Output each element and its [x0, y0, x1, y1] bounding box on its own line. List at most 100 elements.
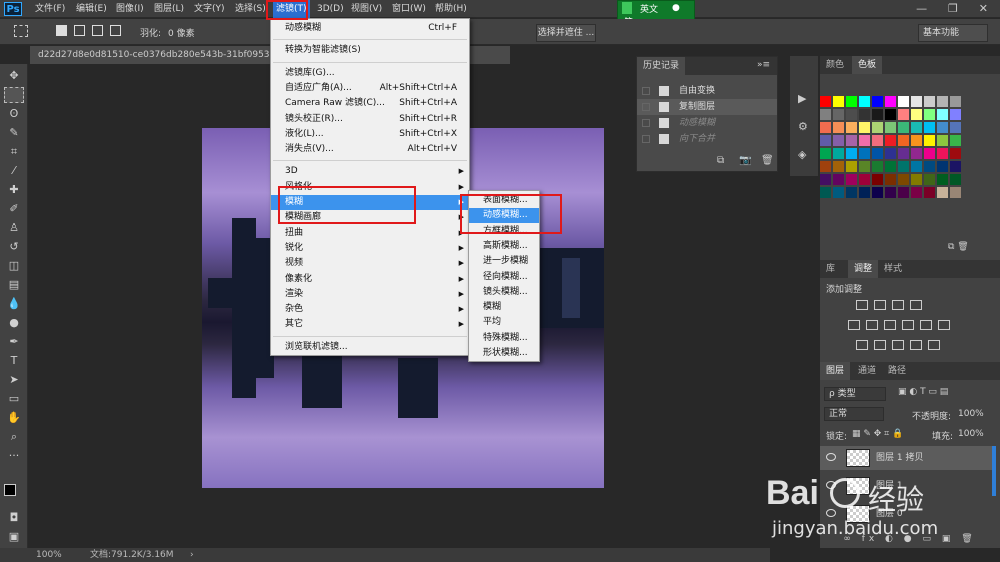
color-swatch[interactable]: [911, 148, 922, 159]
foreground-color-swatch[interactable]: [4, 484, 16, 496]
color-swatch[interactable]: [911, 109, 922, 120]
color-swatch[interactable]: [924, 122, 935, 133]
color-swatch[interactable]: [820, 96, 831, 107]
new-swatch-icon[interactable]: ⧉ 🗑: [948, 242, 969, 252]
tab-history[interactable]: 历史记录: [637, 57, 686, 75]
history-state[interactable]: 向下合并: [637, 131, 777, 147]
color-swatch[interactable]: [872, 109, 883, 120]
history-source-checkbox[interactable]: [642, 119, 650, 127]
color-swatch[interactable]: [833, 174, 844, 185]
color-swatch[interactable]: [885, 161, 896, 172]
subtract-selection-icon[interactable]: [92, 25, 103, 36]
color-swatch[interactable]: [820, 135, 831, 146]
color-swatch[interactable]: [846, 96, 857, 107]
tab-color[interactable]: 颜色: [820, 56, 850, 74]
history-source-checkbox[interactable]: [642, 135, 650, 143]
filter-menu-item[interactable]: 滤镜库(G)...: [271, 66, 469, 81]
blur-submenu-item[interactable]: 镜头模糊...: [469, 285, 539, 300]
color-swatch[interactable]: [846, 135, 857, 146]
filter-menu-item[interactable]: 视频 ▶: [271, 256, 469, 271]
menu-item[interactable]: 选择(S): [232, 0, 269, 18]
zoom-tool-icon[interactable]: ⌕: [4, 429, 24, 445]
color-swatch[interactable]: [833, 148, 844, 159]
adjustment-icon[interactable]: [866, 320, 878, 330]
color-swatch[interactable]: [820, 122, 831, 133]
panel-menu-icon[interactable]: »≡: [757, 60, 770, 70]
color-swatch[interactable]: [859, 135, 870, 146]
color-swatch[interactable]: [859, 187, 870, 198]
color-swatch[interactable]: [872, 135, 883, 146]
close-button[interactable]: ✕: [979, 2, 988, 15]
history-source-checkbox[interactable]: [642, 103, 650, 111]
adjustment-icon[interactable]: [848, 320, 860, 330]
layer-filter-icons[interactable]: ▣ ◐ T ▭ ▤: [898, 387, 948, 397]
tab-swatches[interactable]: 色板: [852, 56, 883, 74]
filter-menu-item[interactable]: 动感模糊 Ctrl+F: [271, 21, 469, 36]
tab-library[interactable]: 库: [820, 260, 841, 278]
lock-icons[interactable]: ▦ ✎ ✥ ⌗ 🔒: [852, 429, 903, 439]
color-swatch[interactable]: [937, 96, 948, 107]
filter-menu-item[interactable]: 像素化 ▶: [271, 272, 469, 287]
workspace-select[interactable]: 基本功能: [918, 24, 988, 42]
color-swatch[interactable]: [898, 109, 909, 120]
fill-input[interactable]: 100%: [958, 429, 984, 439]
color-swatch[interactable]: [937, 161, 948, 172]
color-swatch[interactable]: [859, 174, 870, 185]
history-brush-tool-icon[interactable]: ↺: [4, 239, 24, 255]
visibility-eye-icon[interactable]: [826, 453, 836, 461]
lasso-tool-icon[interactable]: ʘ: [4, 106, 24, 122]
crop-tool-icon[interactable]: ⌗: [4, 144, 24, 160]
menu-item[interactable]: 视图(V): [348, 0, 385, 18]
color-swatch[interactable]: [898, 148, 909, 159]
color-swatch[interactable]: [846, 148, 857, 159]
color-swatch[interactable]: [924, 148, 935, 159]
filter-menu-item[interactable]: 杂色 ▶: [271, 302, 469, 317]
blur-submenu-item[interactable]: 高斯模糊...: [469, 239, 539, 254]
dodge-tool-icon[interactable]: ●: [4, 315, 24, 331]
menu-item[interactable]: 帮助(H): [432, 0, 470, 18]
color-swatch[interactable]: [833, 122, 844, 133]
history-source-checkbox[interactable]: [642, 87, 650, 95]
adjustment-icon[interactable]: [902, 320, 914, 330]
blend-mode-select[interactable]: 正常: [824, 407, 884, 421]
adjustment-icon[interactable]: [938, 320, 950, 330]
tab-channels[interactable]: 通道: [852, 362, 882, 380]
color-swatch[interactable]: [911, 174, 922, 185]
menu-item[interactable]: 文字(Y): [191, 0, 228, 18]
gradient-tool-icon[interactable]: ▤: [4, 277, 24, 293]
color-swatch[interactable]: [898, 122, 909, 133]
hand-tool-icon[interactable]: ✋: [4, 410, 24, 426]
color-swatch[interactable]: [846, 122, 857, 133]
adjustment-icon[interactable]: [910, 340, 922, 350]
filter-menu-item[interactable]: 3D ▶: [271, 164, 469, 179]
menu-item[interactable]: 窗口(W): [389, 0, 429, 18]
feather-input[interactable]: 0 像素: [168, 26, 195, 39]
color-swatch[interactable]: [937, 109, 948, 120]
color-swatch[interactable]: [950, 96, 961, 107]
color-swatch[interactable]: [885, 174, 896, 185]
tab-adjustments[interactable]: 调整: [848, 260, 879, 278]
adjustment-icon[interactable]: [874, 340, 886, 350]
clone-stamp-tool-icon[interactable]: ♙: [4, 220, 24, 236]
color-swatch[interactable]: [885, 122, 896, 133]
color-swatch[interactable]: [846, 161, 857, 172]
tab-layers[interactable]: 图层: [820, 362, 851, 380]
adjustment-icon[interactable]: [874, 300, 886, 310]
color-swatch[interactable]: [911, 122, 922, 133]
tab-styles[interactable]: 样式: [878, 260, 908, 278]
camera-icon[interactable]: 📷: [739, 155, 751, 166]
adjustment-icon[interactable]: [856, 300, 868, 310]
marquee-tool-icon[interactable]: [14, 25, 28, 37]
color-swatch[interactable]: [859, 122, 870, 133]
more-tools-icon[interactable]: ···: [4, 448, 24, 464]
color-swatch[interactable]: [937, 174, 948, 185]
color-swatch[interactable]: [833, 161, 844, 172]
menu-item[interactable]: 图层(L): [151, 0, 187, 18]
menu-item[interactable]: 图像(I): [113, 0, 147, 18]
eyedropper-tool-icon[interactable]: ⁄: [4, 163, 24, 179]
color-swatch[interactable]: [924, 161, 935, 172]
color-swatch[interactable]: [898, 135, 909, 146]
minimize-button[interactable]: —: [916, 2, 927, 15]
color-swatch[interactable]: [872, 148, 883, 159]
filter-menu-item[interactable]: 自适应广角(A)... Alt+Shift+Ctrl+A: [271, 81, 469, 96]
